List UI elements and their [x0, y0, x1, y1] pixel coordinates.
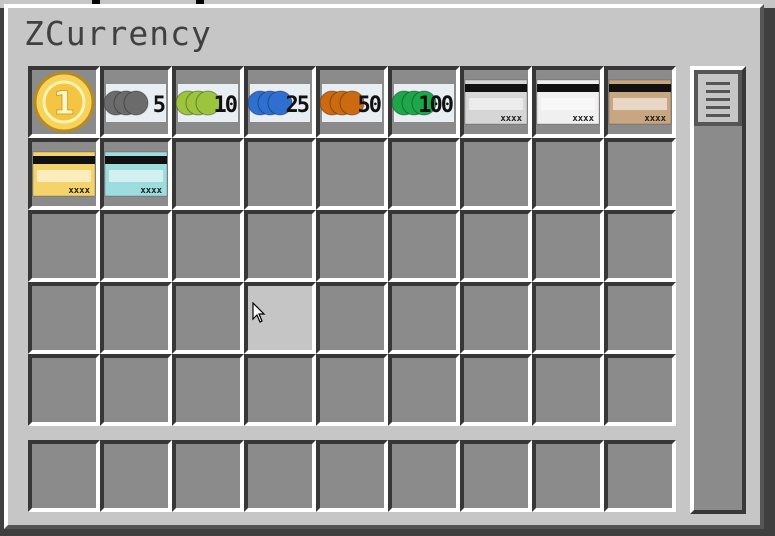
inventory-slot[interactable] [28, 210, 100, 282]
grip-line [706, 90, 730, 93]
inventory-slot[interactable]: 25 [244, 66, 316, 138]
inventory-slot[interactable] [100, 210, 172, 282]
inventory-slot[interactable] [388, 354, 460, 426]
hotbar-slot[interactable] [460, 440, 532, 512]
grip-line [706, 98, 730, 101]
inventory-slot[interactable] [100, 354, 172, 426]
inventory-slot[interactable]: xxxx [100, 138, 172, 210]
inventory-slot[interactable] [604, 210, 676, 282]
coin-1-icon: 1 [33, 71, 95, 133]
inventory-slot[interactable] [604, 354, 676, 426]
inventory-slot[interactable] [28, 354, 100, 426]
inventory-slot[interactable]: xxxx [28, 138, 100, 210]
inventory-slot[interactable] [532, 282, 604, 354]
svg-text:xxxx: xxxx [572, 114, 594, 124]
svg-text:xxxx: xxxx [500, 114, 522, 124]
inventory-slot[interactable]: xxxx [604, 66, 676, 138]
inventory-slot[interactable] [28, 282, 100, 354]
hotbar-slot[interactable] [172, 440, 244, 512]
inventory-slot[interactable]: 5 [100, 66, 172, 138]
inventory-slot[interactable]: 50 [316, 66, 388, 138]
grip-line [706, 82, 730, 85]
inventory-slot[interactable]: 10 [172, 66, 244, 138]
hotbar-slot[interactable] [604, 440, 676, 512]
card-gold-icon: xxxx [32, 151, 96, 197]
svg-text:xxxx: xxxx [644, 114, 666, 124]
inventory-slot[interactable] [532, 354, 604, 426]
grip-line [706, 114, 730, 117]
svg-text:xxxx: xxxx [140, 186, 162, 196]
inventory-slot[interactable] [460, 354, 532, 426]
chip-100-icon: 100 [392, 84, 455, 122]
svg-text:25: 25 [286, 93, 309, 118]
inventory-slot[interactable]: 1 [28, 66, 100, 138]
hotbar-slot[interactable] [532, 440, 604, 512]
inventory-slot[interactable] [604, 138, 676, 210]
inventory-slot[interactable] [172, 138, 244, 210]
inventory-slot[interactable]: 100 [388, 66, 460, 138]
svg-text:10: 10 [214, 93, 237, 118]
inventory-slot[interactable]: xxxx [532, 66, 604, 138]
inventory-slot[interactable] [172, 354, 244, 426]
mouse-cursor-icon [252, 302, 266, 323]
inventory-slot[interactable] [244, 354, 316, 426]
inventory-slot[interactable]: xxxx [460, 66, 532, 138]
inventory-slot[interactable] [244, 138, 316, 210]
chip-25-icon: 25 [248, 84, 311, 122]
inventory-slot[interactable] [388, 210, 460, 282]
inventory-slot[interactable] [316, 138, 388, 210]
card-silver-icon: xxxx [464, 79, 528, 125]
hotbar-slot[interactable] [388, 440, 460, 512]
svg-text:100: 100 [418, 93, 452, 118]
inventory-slot[interactable] [316, 354, 388, 426]
window-title: ZCurrency [24, 14, 212, 53]
inventory-slot[interactable] [532, 138, 604, 210]
card-bronze-icon: xxxx [608, 79, 672, 125]
hotbar-slot[interactable] [316, 440, 388, 512]
grip-line [706, 106, 730, 109]
svg-text:5: 5 [153, 93, 165, 118]
inventory-slot[interactable] [388, 282, 460, 354]
hotbar-slot[interactable] [28, 440, 100, 512]
inventory-slot[interactable] [172, 282, 244, 354]
hotbar-slot[interactable] [244, 440, 316, 512]
chip-50-icon: 50 [320, 84, 383, 122]
card-white-icon: xxxx [536, 79, 600, 125]
hotbar-slot[interactable] [100, 440, 172, 512]
chip-5-icon: 5 [104, 84, 167, 122]
inventory-slot[interactable] [244, 210, 316, 282]
inventory-slot[interactable] [460, 138, 532, 210]
svg-text:50: 50 [358, 93, 381, 118]
inventory-slot[interactable] [172, 210, 244, 282]
inventory-slot[interactable] [460, 282, 532, 354]
inventory-slot[interactable] [100, 282, 172, 354]
chip-10-icon: 10 [176, 84, 239, 122]
inventory-slot[interactable] [604, 282, 676, 354]
inventory-slot[interactable] [316, 282, 388, 354]
svg-text:xxxx: xxxx [68, 186, 90, 196]
inventory-slot[interactable] [460, 210, 532, 282]
inventory-slot[interactable] [388, 138, 460, 210]
svg-text:1: 1 [53, 84, 75, 122]
scrollbar-track[interactable] [690, 66, 746, 514]
scrollbar-thumb[interactable] [694, 70, 742, 126]
inventory-slot[interactable] [532, 210, 604, 282]
card-cyan-icon: xxxx [104, 151, 168, 197]
inventory-slot[interactable] [316, 210, 388, 282]
